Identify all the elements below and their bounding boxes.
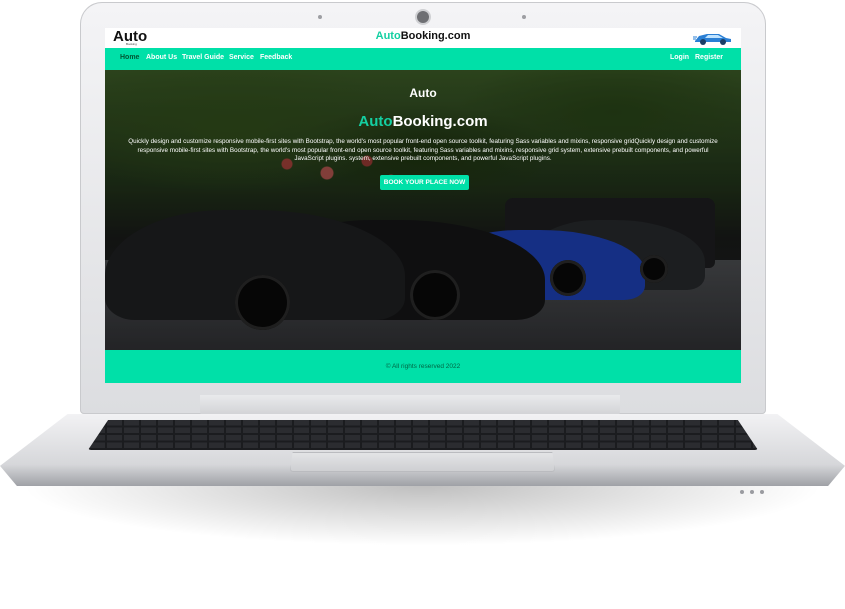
car-icon	[693, 34, 731, 45]
sensor-dot	[522, 15, 526, 19]
nav-about-us[interactable]: About Us	[146, 54, 177, 61]
site-header: Auto Booking AutoBooking.com	[105, 28, 741, 48]
nav-home[interactable]: Home	[120, 54, 139, 61]
nav-login[interactable]: Login	[670, 54, 689, 61]
site-footer: © All rights reserved 2022	[105, 350, 741, 383]
hero-title: AutoBooking.com	[358, 113, 488, 130]
hero-banner: Auto AutoBooking.com Quickly design and …	[105, 70, 741, 350]
status-lights	[740, 481, 770, 499]
trackpad	[290, 452, 555, 472]
laptop-screen: Auto Booking AutoBooking.com Home About …	[105, 28, 741, 383]
hero-logo: Auto	[409, 86, 437, 100]
sensor-dot	[318, 15, 322, 19]
laptop-shadow	[20, 486, 825, 546]
camera-icon	[417, 11, 429, 23]
laptop-hinge	[200, 395, 620, 417]
nav-feedback[interactable]: Feedback	[260, 54, 292, 61]
hero-description: Quickly design and customize responsive …	[128, 138, 718, 163]
book-now-button[interactable]: BOOK YOUR PLACE NOW	[380, 175, 469, 190]
nav-service[interactable]: Service	[229, 54, 254, 61]
keyboard	[88, 420, 758, 450]
nav-register[interactable]: Register	[695, 54, 723, 61]
nav-travel-guide[interactable]: Travel Guide	[182, 54, 224, 61]
hero-overlay	[105, 70, 741, 350]
site-title: AutoBooking.com	[375, 30, 471, 42]
main-navbar: Home About Us Travel Guide Service Feedb…	[105, 48, 741, 70]
